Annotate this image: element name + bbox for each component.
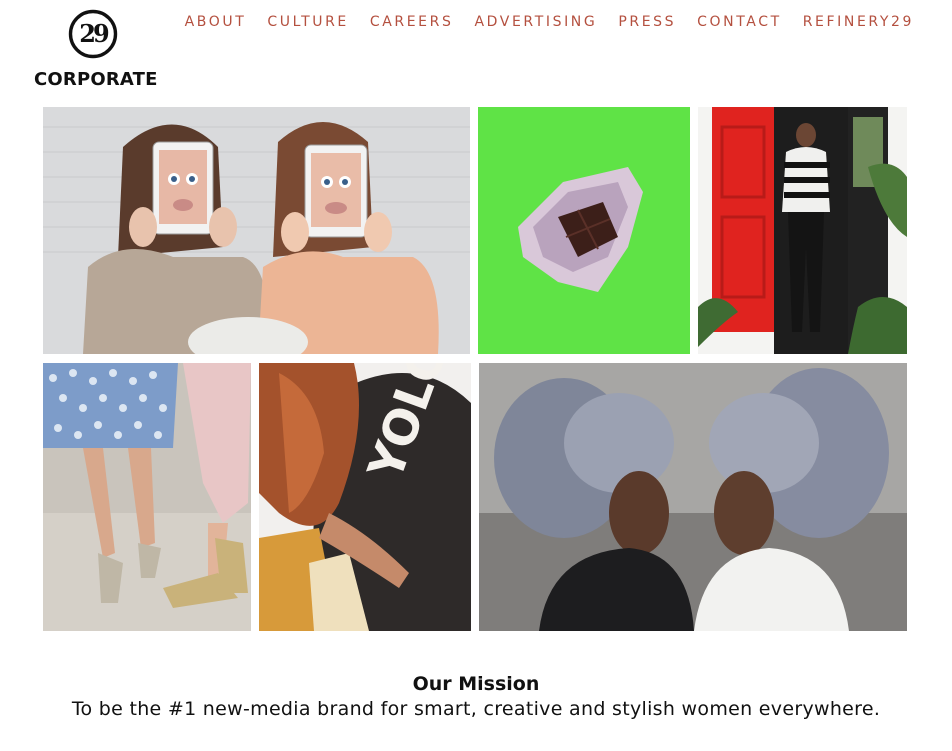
nav-advertising[interactable]: ADVERTISING: [474, 14, 597, 30]
corporate-logo[interactable]: 29 CORPORATE: [28, 8, 158, 90]
mission-title: Our Mission: [412, 673, 540, 695]
logo-mark-text: 29: [79, 19, 109, 48]
mission-section: Our Mission To be the #1 new-media brand…: [0, 672, 952, 722]
nav-refinery29[interactable]: REFINERY29: [803, 14, 914, 30]
mission-statement: To be the #1 new-media brand for smart, …: [71, 698, 881, 720]
refinery29-logo-icon: 29: [68, 9, 118, 59]
gallery-photo-silver-hair: [479, 363, 907, 631]
gallery-photo-auburn-hair: YOLO: [259, 363, 471, 631]
nav-culture[interactable]: CULTURE: [267, 14, 348, 30]
nav-contact[interactable]: CONTACT: [697, 14, 782, 30]
main-nav: ABOUT CULTURE CAREERS ADVERTISING PRESS …: [185, 14, 914, 30]
gallery-photo-tablets: [43, 107, 470, 354]
nav-careers[interactable]: CAREERS: [370, 14, 454, 30]
gallery-photo-red-door: [698, 107, 907, 354]
gallery-photo-heels: [43, 363, 251, 631]
nav-about[interactable]: ABOUT: [185, 14, 247, 30]
logo-wordmark: CORPORATE: [34, 69, 158, 90]
nav-press[interactable]: PRESS: [618, 14, 676, 30]
gallery-photo-chocolate: [478, 107, 690, 354]
